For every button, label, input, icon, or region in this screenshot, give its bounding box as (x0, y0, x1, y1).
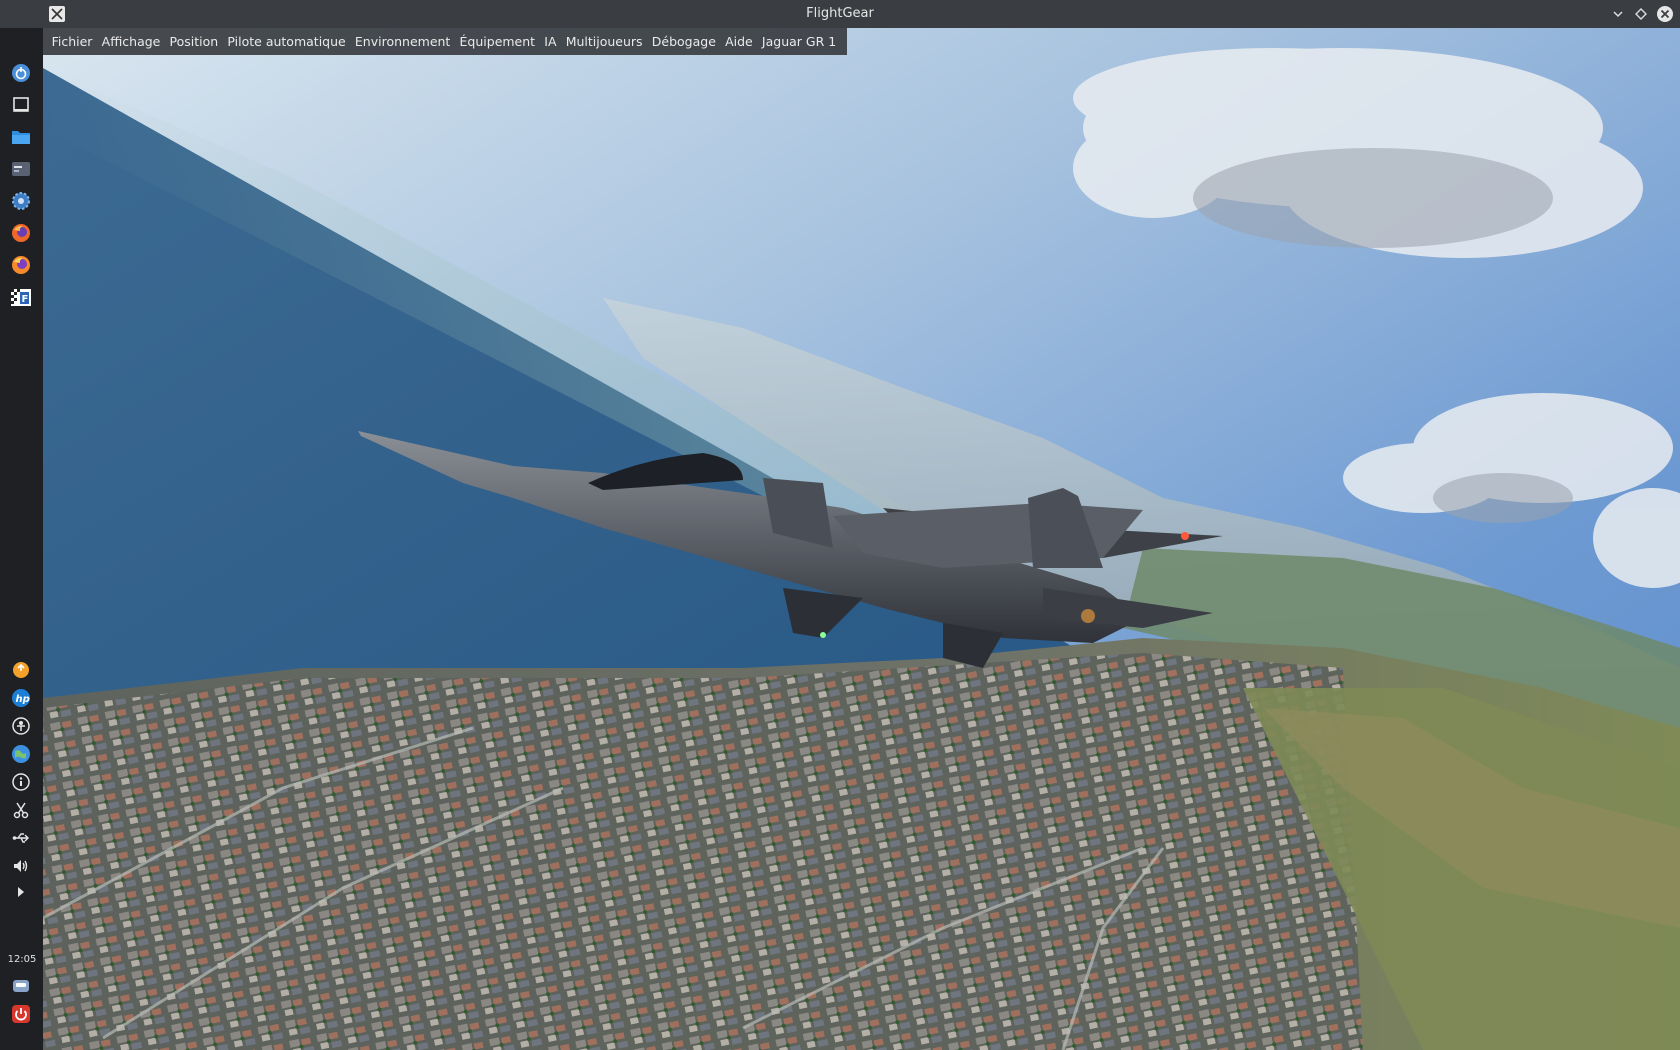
firefox-icon[interactable] (10, 222, 32, 244)
flightgear-icon[interactable]: F (10, 286, 32, 308)
folder-icon[interactable] (10, 126, 32, 148)
window-title: FlightGear (806, 6, 874, 21)
volume-icon[interactable] (10, 855, 32, 877)
network-globe-icon[interactable] (10, 743, 32, 765)
left-dock: F hp 12:05 (0, 28, 43, 1050)
info-icon[interactable] (10, 771, 32, 793)
menu-position[interactable]: Position (165, 34, 223, 49)
menu-bar: Fichier Affichage Position Pilote automa… (43, 28, 847, 55)
close-icon[interactable] (1656, 5, 1674, 23)
menu-aircraft[interactable]: Jaguar GR 1 (757, 34, 840, 49)
firefox-alt-icon[interactable] (10, 254, 32, 276)
settings-gear-icon[interactable] (10, 190, 32, 212)
accessibility-icon[interactable] (10, 715, 32, 737)
menu-pilote-automatique[interactable]: Pilote automatique (223, 34, 351, 49)
menu-environnement[interactable]: Environnement (350, 34, 455, 49)
usb-icon[interactable] (10, 827, 32, 849)
clock[interactable]: 12:05 (4, 954, 40, 965)
menu-equipement[interactable]: Équipement (455, 34, 540, 49)
expand-arrow-icon[interactable] (10, 881, 32, 903)
svg-text:F: F (22, 294, 29, 305)
power-icon[interactable] (10, 1003, 32, 1025)
window-titlebar[interactable]: FlightGear (0, 0, 1680, 28)
flight-viewport[interactable] (43, 28, 1680, 1050)
menu-affichage[interactable]: Affichage (97, 34, 165, 49)
minimize-chevron-icon[interactable] (1609, 5, 1627, 23)
storage-drive-icon[interactable] (10, 975, 32, 997)
window-manager-icon[interactable] (10, 158, 32, 180)
desktop-icon[interactable] (10, 94, 32, 116)
menu-aide[interactable]: Aide (720, 34, 757, 49)
menu-fichier[interactable]: Fichier (47, 34, 97, 49)
scene-graphic (43, 28, 1680, 1050)
menu-debogage[interactable]: Débogage (647, 34, 720, 49)
menu-multijoueurs[interactable]: Multijoueurs (561, 34, 647, 49)
scissors-icon[interactable] (10, 799, 32, 821)
menu-launcher-icon[interactable] (10, 62, 32, 84)
update-icon[interactable] (10, 659, 32, 681)
menu-ia[interactable]: IA (540, 34, 561, 49)
maximize-diamond-icon[interactable] (1632, 5, 1650, 23)
svg-text:hp: hp (16, 694, 30, 705)
hp-printer-icon[interactable]: hp (10, 687, 32, 709)
